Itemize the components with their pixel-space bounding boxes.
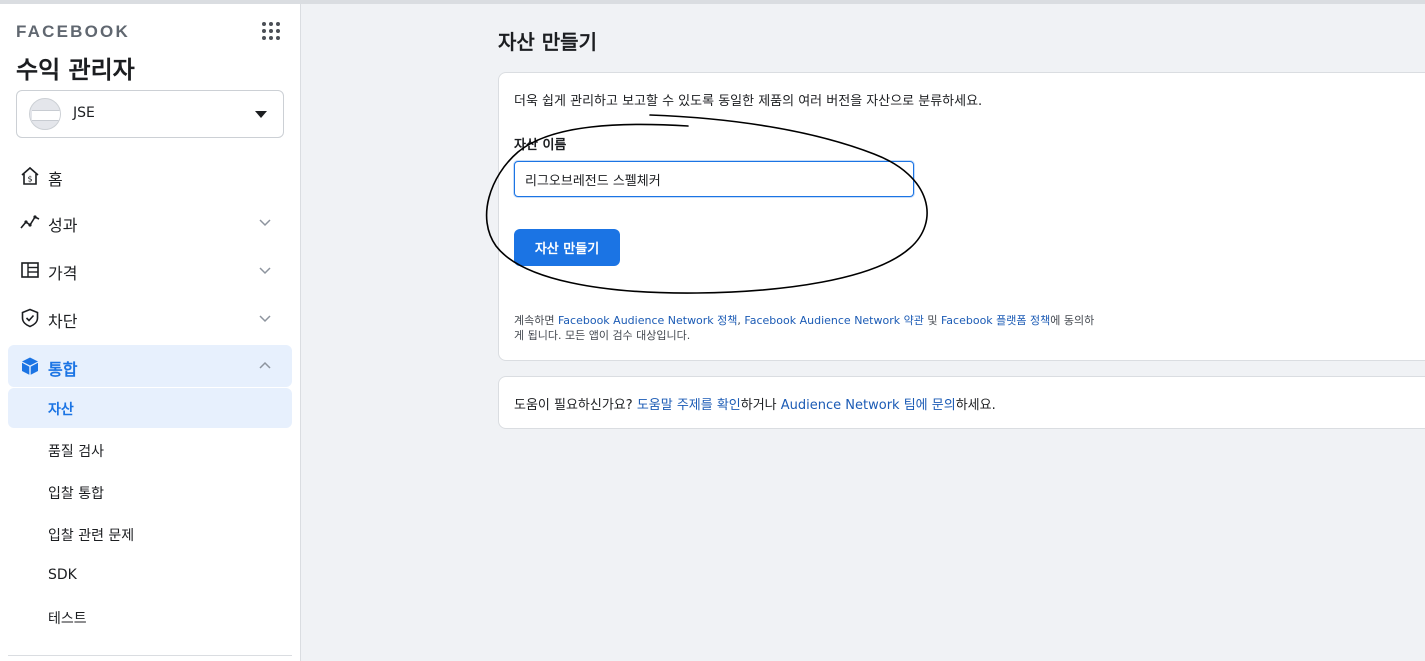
chevron-down-icon bbox=[259, 219, 271, 227]
sidebar-item-bidding-issues[interactable]: 입찰 관련 문제 bbox=[8, 514, 292, 554]
shield-check-icon bbox=[21, 308, 39, 328]
sub-label-bidding-issues: 입찰 관련 문제 bbox=[48, 528, 135, 544]
help-suffix: 하세요. bbox=[955, 398, 996, 413]
nav-label-integration: 통합 bbox=[48, 360, 78, 379]
audience-network-policy-link[interactable]: Facebook Audience Network 정책 bbox=[558, 314, 737, 327]
app-title: 수익 관리자 bbox=[16, 56, 135, 84]
sidebar-item-test[interactable]: 테스트 bbox=[8, 597, 292, 637]
sidebar-item-assets[interactable]: 자산 bbox=[8, 388, 292, 428]
nav-item-performance[interactable]: 성과 bbox=[8, 201, 292, 243]
sub-label-quality-check: 품질 검사 bbox=[48, 444, 104, 460]
app-grid-icon[interactable] bbox=[262, 22, 282, 42]
help-prefix: 도움이 필요하신가요? bbox=[514, 398, 637, 413]
nav-label-home: 홈 bbox=[48, 170, 63, 189]
sidebar: FACEBOOK 수익 관리자 JSE $ 홈 성과 가격 차단 통합 자산 품… bbox=[0, 4, 301, 661]
legal-sep-2: 및 bbox=[923, 314, 941, 327]
sidebar-item-bidding-integration[interactable]: 입찰 통합 bbox=[8, 472, 292, 512]
nav-item-integration[interactable]: 통합 bbox=[8, 345, 292, 387]
nav-item-blocking[interactable]: 차단 bbox=[8, 297, 292, 339]
sub-label-test: 테스트 bbox=[48, 611, 87, 627]
revenue-manager-app: FACEBOOK 수익 관리자 JSE $ 홈 성과 가격 차단 통합 자산 품… bbox=[0, 0, 1425, 661]
legal-notice: 계속하면 Facebook Audience Network 정책, Faceb… bbox=[514, 313, 1104, 343]
contact-team-link[interactable]: Audience Network 팀에 문의 bbox=[781, 398, 956, 413]
legal-prefix: 계속하면 bbox=[514, 314, 558, 327]
page-title: 자산 만들기 bbox=[498, 30, 597, 54]
nav-label-blocking: 차단 bbox=[48, 312, 78, 331]
sub-label-assets: 자산 bbox=[48, 402, 74, 418]
cube-icon bbox=[22, 357, 38, 375]
facebook-logo-text: FACEBOOK bbox=[16, 22, 130, 41]
help-topics-link[interactable]: 도움말 주제를 확인 bbox=[637, 398, 741, 413]
asset-name-input[interactable] bbox=[514, 161, 914, 197]
asset-description: 더욱 쉽게 관리하고 보고할 수 있도록 동일한 제품의 여러 버전을 자산으로… bbox=[514, 94, 983, 109]
account-name: JSE bbox=[73, 105, 95, 121]
platform-policy-link[interactable]: Facebook 플랫폼 정책 bbox=[941, 314, 1050, 327]
chevron-down-icon bbox=[259, 267, 271, 275]
create-asset-button[interactable]: 자산 만들기 bbox=[514, 229, 620, 266]
sidebar-item-quality-check[interactable]: 품질 검사 bbox=[8, 430, 292, 470]
nav-label-pricing: 가격 bbox=[48, 264, 78, 283]
svg-text:$: $ bbox=[27, 175, 32, 184]
account-selector[interactable]: JSE bbox=[16, 90, 284, 138]
audience-network-terms-link[interactable]: Facebook Audience Network 약관 bbox=[744, 314, 923, 327]
help-middle: 하거나 bbox=[740, 398, 781, 413]
sub-label-bidding-integration: 입찰 통합 bbox=[48, 486, 104, 502]
nav-item-pricing[interactable]: 가격 bbox=[8, 249, 292, 291]
sidebar-divider bbox=[8, 655, 292, 656]
stack-icon bbox=[21, 262, 39, 278]
caret-down-icon bbox=[255, 111, 267, 118]
chevron-up-icon bbox=[259, 361, 271, 369]
help-card: 도움이 필요하신가요? 도움말 주제를 확인하거나 Audience Netwo… bbox=[498, 376, 1425, 429]
create-asset-card: 더욱 쉽게 관리하고 보고할 수 있도록 동일한 제품의 여러 버전을 자산으로… bbox=[498, 72, 1425, 361]
chevron-down-icon bbox=[259, 315, 271, 323]
help-text: 도움이 필요하신가요? 도움말 주제를 확인하거나 Audience Netwo… bbox=[514, 394, 996, 413]
sub-label-sdk: SDK bbox=[48, 567, 77, 583]
asset-name-label: 자산 이름 bbox=[514, 138, 567, 153]
nav-label-performance: 성과 bbox=[48, 216, 78, 235]
trend-line-icon bbox=[20, 215, 40, 229]
nav-item-home[interactable]: $ 홈 bbox=[8, 155, 292, 197]
account-avatar bbox=[29, 98, 61, 130]
sidebar-item-sdk[interactable]: SDK bbox=[8, 556, 292, 596]
home-dollar-icon: $ bbox=[21, 166, 39, 185]
